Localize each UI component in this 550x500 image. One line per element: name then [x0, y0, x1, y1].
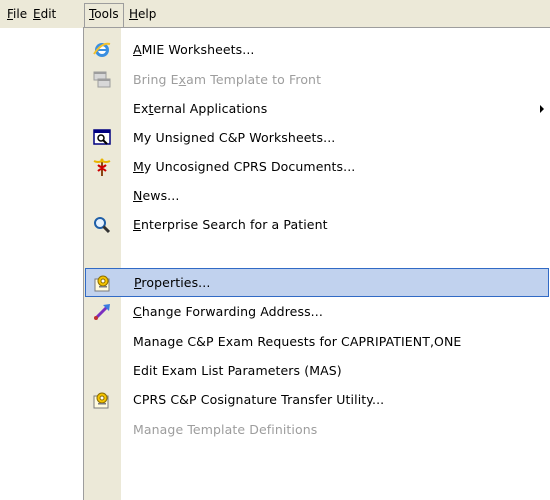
menu-help-mnemonic: H — [129, 7, 139, 21]
submenu-arrow-icon — [540, 105, 544, 113]
menu-item-external-applications[interactable]: External Applications — [84, 94, 550, 123]
menu-item-cosignature-transfer[interactable]: CPRS C&P Cosignature Transfer Utility... — [84, 385, 550, 414]
menu-item-bring-exam-template[interactable]: Bring Exam Template to Front — [84, 65, 550, 94]
menu-tools[interactable]: Tools — [84, 3, 124, 28]
internet-explorer-icon — [92, 40, 112, 60]
menu-item-edit-exam-list-parameters[interactable]: Edit Exam List Parameters (MAS) — [84, 356, 550, 385]
menu-bar: File Edit Tools Help — [0, 0, 550, 29]
menu-edit-label: dit — [40, 7, 57, 21]
menu-file-label: ile — [13, 7, 28, 21]
menu-item-news[interactable]: News... — [84, 181, 550, 210]
menu-item-enterprise-search[interactable]: Enterprise Search for a Patient — [84, 210, 550, 239]
menu-item-manage-exam-requests[interactable]: Manage C&P Exam Requests for CAPRIPATIEN… — [84, 327, 550, 356]
worksheet-magnifier-icon — [92, 128, 112, 148]
menu-item-manage-template-definitions[interactable]: Manage Template Definitions — [84, 415, 550, 444]
properties-icon — [93, 273, 113, 293]
menu-item-uncosigned-documents[interactable]: My Uncosigned CPRS Documents... — [84, 152, 550, 181]
caduceus-icon — [92, 157, 112, 177]
menu-help[interactable]: Help — [124, 3, 161, 25]
windows-cascade-icon — [92, 70, 112, 90]
forward-arrow-icon — [92, 302, 112, 322]
search-icon — [92, 215, 112, 235]
menu-item-unsigned-worksheets[interactable]: My Unsigned C&P Worksheets... — [84, 123, 550, 152]
menu-item-change-forwarding-address[interactable]: Change Forwarding Address... — [84, 297, 550, 326]
tools-dropdown-menu: AMIE Worksheets... Bring Exam Template t… — [83, 27, 550, 500]
menu-item-properties[interactable]: Properties... — [85, 268, 549, 297]
properties-icon — [92, 390, 112, 410]
menu-edit[interactable]: Edit — [28, 3, 61, 25]
menu-tools-label: ools — [94, 7, 119, 21]
menu-item-amie-worksheets[interactable]: AMIE Worksheets... — [84, 35, 550, 64]
menu-help-label: elp — [138, 7, 157, 21]
menu-edit-mnemonic: E — [33, 7, 41, 21]
